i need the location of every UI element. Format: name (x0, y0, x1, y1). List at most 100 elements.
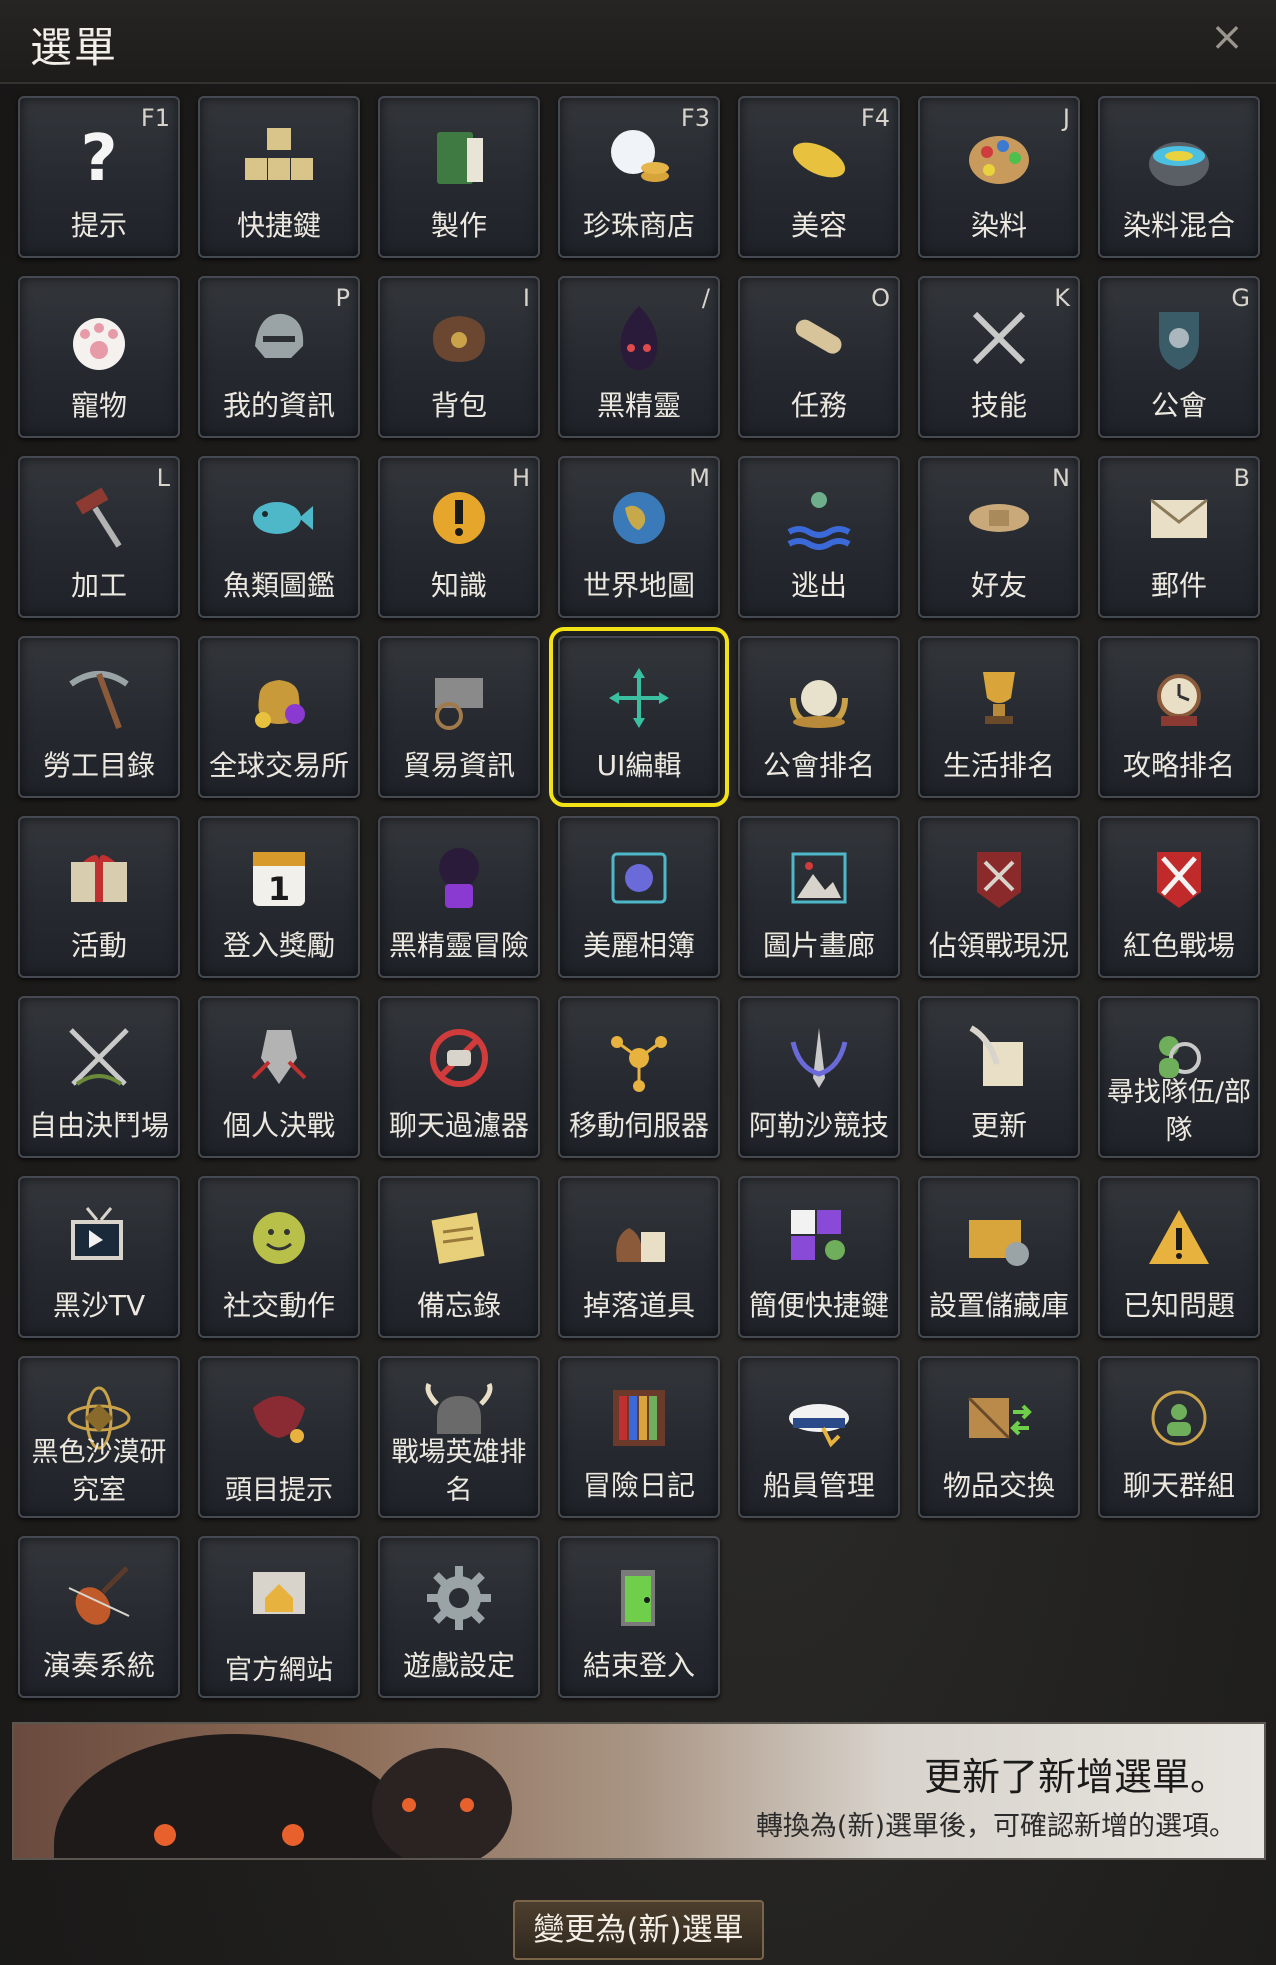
knowledge-icon (419, 478, 499, 558)
menu-tile-smiley[interactable]: 社交動作 (198, 1176, 360, 1338)
menu-tile-quill[interactable]: 更新 (918, 996, 1080, 1158)
menu-tile-gear[interactable]: 遊戲設定 (378, 1536, 540, 1698)
trophy-icon (959, 658, 1039, 738)
menu-tile-black-spirit[interactable]: / 黑精靈 (558, 276, 720, 438)
menu-tile-label: 物品交換 (942, 1469, 1055, 1502)
menu-tile-atom[interactable]: 黑色沙漠研究室 (18, 1356, 180, 1518)
menu-tile-laurel-crown[interactable]: 公會排名 (738, 636, 900, 798)
menu-tile-label: 演奏系統 (42, 1649, 155, 1682)
menu-tile-bookshelf[interactable]: 冒險日記 (558, 1356, 720, 1518)
menu-tile-label: 船員管理 (762, 1469, 875, 1502)
menu-tile-escape[interactable]: 逃出 (738, 456, 900, 618)
menu-tile-label: 圖片畫廊 (762, 929, 875, 962)
violin-icon (59, 1558, 139, 1638)
menu-tile-exit-door[interactable]: 結束登入 (558, 1536, 720, 1698)
menu-tile-fish[interactable]: 魚類圖鑑 (198, 456, 360, 618)
menu-tile-tv[interactable]: 黑沙TV (18, 1176, 180, 1338)
menu-tile-handshake[interactable]: N 好友 (918, 456, 1080, 618)
menu-tile-party-search[interactable]: 尋找隊伍/部隊 (1098, 996, 1260, 1158)
menu-tile-dice-spirit[interactable]: 黑精靈冒險 (378, 816, 540, 978)
menu-tile-clock-trophy[interactable]: 攻略排名 (1098, 636, 1260, 798)
menu-tile-label: 紅色戰場 (1122, 929, 1235, 962)
menu-tile-trophy[interactable]: 生活排名 (918, 636, 1080, 798)
svg-text:?: ? (80, 122, 117, 196)
menu-tile-siege-banner[interactable]: 佔領戰現況 (918, 816, 1080, 978)
menu-tile-paw[interactable]: 寵物 (18, 276, 180, 438)
loot-icon (599, 1198, 679, 1278)
menu-tile-axes[interactable]: K 技能 (918, 276, 1080, 438)
menu-tile-label: 美麗相簿 (582, 929, 695, 962)
menu-tile-wagon[interactable]: 貿易資訊 (378, 636, 540, 798)
menu-tile-crossed-swords[interactable]: 自由決鬥場 (18, 996, 180, 1158)
menu-tile-server-move[interactable]: 移動伺服器 (558, 996, 720, 1158)
arena-icon (779, 1018, 859, 1098)
menu-tile-picture[interactable]: 圖片畫廊 (738, 816, 900, 978)
hotkey-label: O (871, 284, 890, 312)
menu-tile-quickslot[interactable]: 簡便快捷鍵 (738, 1176, 900, 1338)
menu-tile-label: 已知問題 (1122, 1289, 1235, 1322)
menu-tile-warning[interactable]: 已知問題 (1098, 1176, 1260, 1338)
escape-icon (779, 478, 859, 558)
hotkey-label: B (1233, 464, 1250, 492)
menu-tile-label: 美容 (790, 209, 847, 242)
menu-tile-label: 個人決戰 (222, 1109, 335, 1142)
menu-tile-mail[interactable]: B 郵件 (1098, 456, 1260, 618)
menu-tile-money-bag[interactable]: 全球交易所 (198, 636, 360, 798)
menu-tile-label: 活動 (70, 929, 127, 962)
menu-tile-hammer[interactable]: L 加工 (18, 456, 180, 618)
menu-tile-calendar[interactable]: 1 登入獎勵 (198, 816, 360, 978)
menu-tile-guild-shield[interactable]: G 公會 (1098, 276, 1260, 438)
palette-icon (959, 118, 1039, 198)
hotkey-label: M (689, 464, 710, 492)
menu-tile-boss[interactable]: 頭目提示 (198, 1356, 360, 1518)
menu-tile-dye-pot[interactable]: 染料混合 (1098, 96, 1260, 258)
menu-tile-knowledge[interactable]: H 知識 (378, 456, 540, 618)
menu-tile-violin[interactable]: 演奏系統 (18, 1536, 180, 1698)
hotkey-label: / (701, 284, 710, 312)
menu-tile-camera[interactable]: 美麗相簿 (558, 816, 720, 978)
menu-tile-loot[interactable]: 掉落道具 (558, 1176, 720, 1338)
menu-tile-memo[interactable]: 備忘錄 (378, 1176, 540, 1338)
menu-tile-comb[interactable]: F4 美容 (738, 96, 900, 258)
menu-tile-bag[interactable]: I 背包 (378, 276, 540, 438)
menu-tile-label: 黑沙TV (52, 1289, 146, 1322)
menu-tile-globe[interactable]: M 世界地圖 (558, 456, 720, 618)
menu-tile-label: 結束登入 (582, 1649, 695, 1682)
menu-tile-label: 佔領戰現況 (928, 929, 1069, 962)
sailor-hat-icon (779, 1378, 859, 1458)
menu-tile-scroll[interactable]: O 任務 (738, 276, 900, 438)
menu-tile-gift[interactable]: 活動 (18, 816, 180, 978)
menu-tile-warrior[interactable]: 個人決戰 (198, 996, 360, 1158)
menu-tile-move[interactable]: UI編輯 (549, 627, 729, 807)
menu-tile-arena[interactable]: 阿勒沙競技 (738, 996, 900, 1158)
menu-tile-book[interactable]: 製作 (378, 96, 540, 258)
storage-icon (959, 1198, 1039, 1278)
menu-tile-pickaxe[interactable]: 勞工目錄 (18, 636, 180, 798)
globe-icon (599, 478, 679, 558)
banner-title: 更新了新增選單。 (923, 1755, 1228, 1799)
menu-tile-pearl[interactable]: F3 珍珠商店 (558, 96, 720, 258)
pearl-icon (599, 118, 679, 198)
menu-tile-chat-group[interactable]: 聊天群組 (1098, 1356, 1260, 1518)
menu-tile-crate-exchange[interactable]: 物品交換 (918, 1356, 1080, 1518)
dice-spirit-icon (419, 838, 499, 918)
switch-to-new-menu-button[interactable]: 變更為(新)選單 (513, 1900, 764, 1960)
menu-tile-chat-filter[interactable]: 聊天過濾器 (378, 996, 540, 1158)
menu-tile-label: 黑精靈 (596, 389, 681, 422)
menu-tile-home-site[interactable]: 官方網站 (198, 1536, 360, 1698)
menu-tile-sailor-hat[interactable]: 船員管理 (738, 1356, 900, 1518)
close-icon[interactable]: × (1204, 14, 1250, 60)
menu-tile-red-battlefield[interactable]: 紅色戰場 (1098, 816, 1260, 978)
menu-tile-question[interactable]: F1? 提示 (18, 96, 180, 258)
menu-tile-label: 技能 (970, 389, 1027, 422)
menu-tile-palette[interactable]: J 染料 (918, 96, 1080, 258)
menu-tile-storage[interactable]: 設置儲藏庫 (918, 1176, 1080, 1338)
helmet-icon (239, 298, 319, 378)
menu-tile-keyboard[interactable]: 快捷鍵 (198, 96, 360, 258)
menu-tile-label: 遊戲設定 (402, 1649, 515, 1682)
calendar-icon: 1 (239, 838, 319, 918)
hotkey-label: G (1231, 284, 1250, 312)
menu-tile-viking-helmet[interactable]: 戰場英雄排名 (378, 1356, 540, 1518)
menu-tile-label: 全球交易所 (208, 749, 349, 782)
menu-tile-helmet[interactable]: P 我的資訊 (198, 276, 360, 438)
